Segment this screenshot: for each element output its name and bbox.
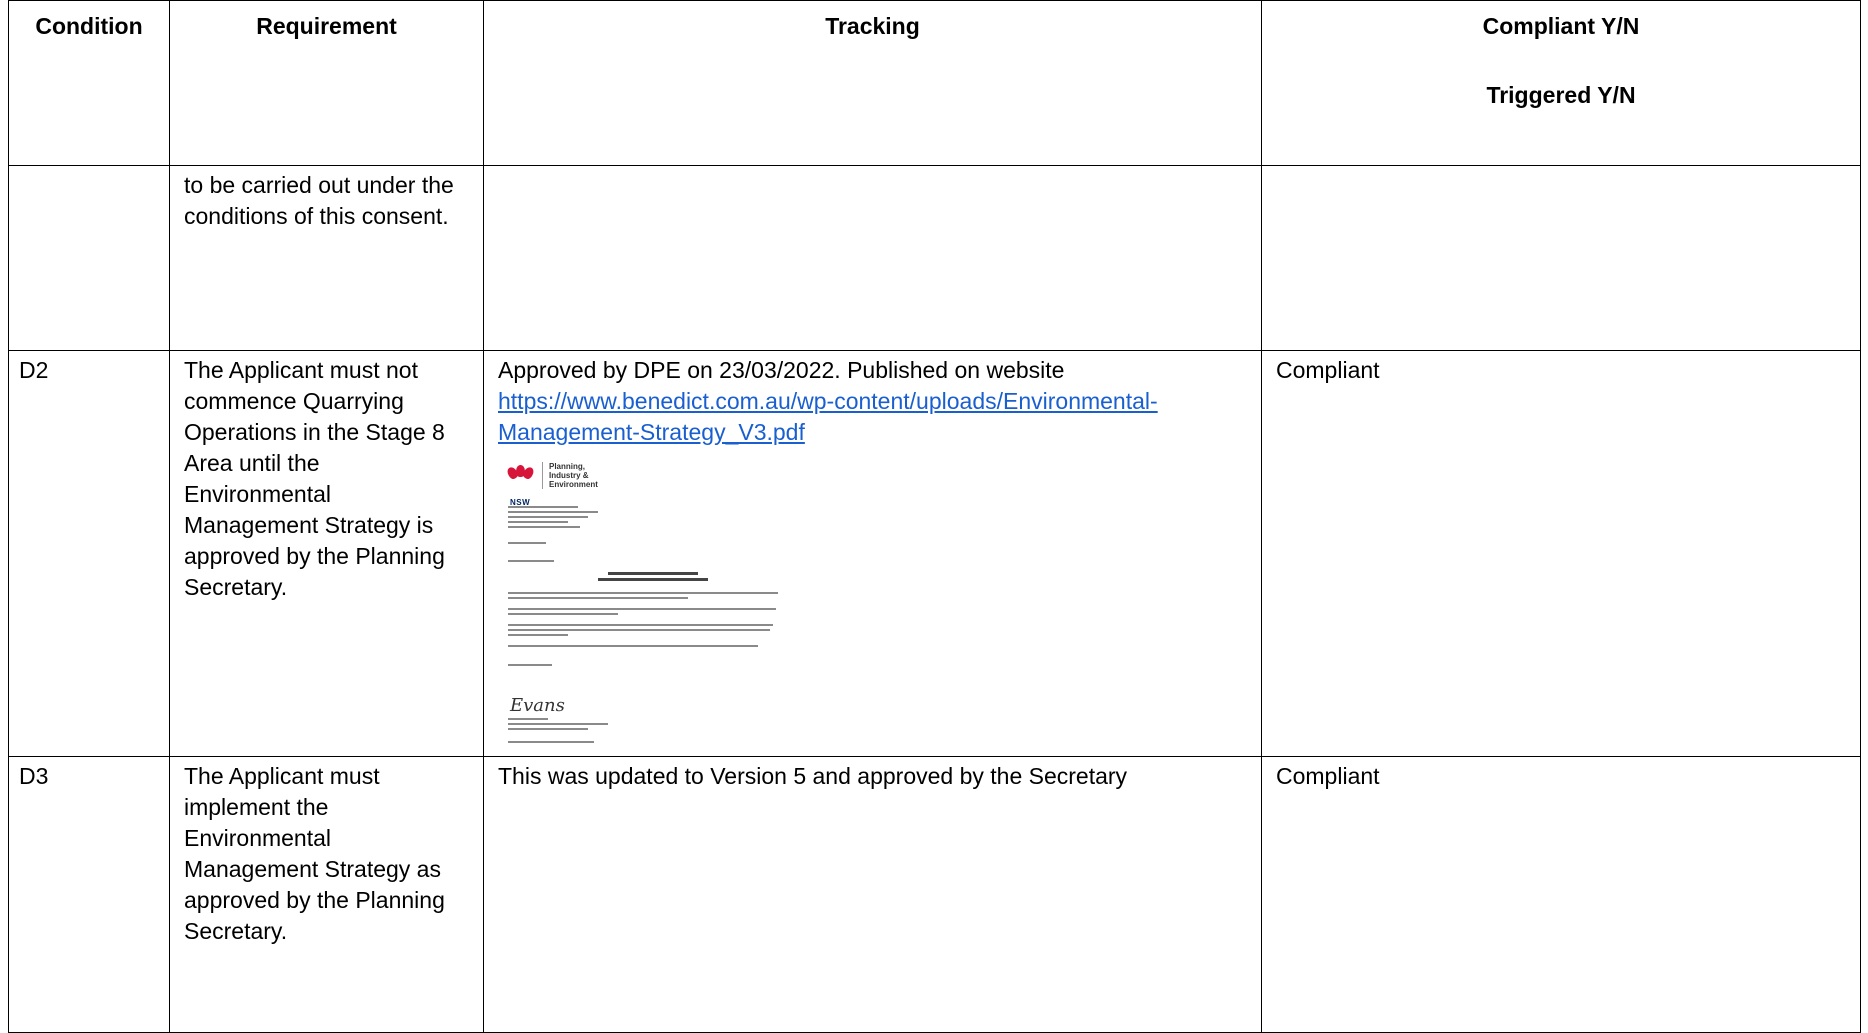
header-triggered: Triggered Y/N [1486,82,1636,108]
tracking-cell: This was updated to Version 5 and approv… [483,756,1262,1033]
header-compliant: Compliant Y/N [1482,13,1640,39]
condition-cell [8,165,170,351]
condition-cell: D3 [8,756,170,1033]
requirement-cell: The Applicant must implement the Environ… [169,756,484,1033]
status-cell: Compliant [1261,350,1861,757]
approval-letter-image: NSW Planning, Industry & Environment Eva… [498,458,788,756]
status-cell: Compliant [1261,756,1861,1033]
strategy-pdf-link[interactable]: https://www.benedict.com.au/wp-content/u… [498,388,1158,445]
tracking-text: Approved by DPE on 23/03/2022. Published… [498,357,1065,383]
header-condition: Condition [8,0,170,166]
header-requirement: Requirement [169,0,484,166]
nsw-logo: NSW Planning, Industry & Environment [505,462,609,507]
condition-cell: D2 [8,350,170,757]
tracking-cell [483,165,1262,351]
requirement-cell: The Applicant must not commence Quarryin… [169,350,484,757]
signature-image: Evans [510,695,565,716]
table-row: D3 The Applicant must implement the Envi… [8,756,1861,1033]
table-row: D2 The Applicant must not commence Quarr… [8,350,1861,757]
table-row: to be carried out under the conditions o… [8,165,1861,351]
status-cell [1261,165,1861,351]
tracking-cell: Approved by DPE on 23/03/2022. Published… [483,350,1262,757]
header-compliant-triggered: Compliant Y/N Triggered Y/N [1261,0,1861,166]
nsw-waratah-icon: NSW [505,464,536,507]
header-tracking: Tracking [483,0,1262,166]
letter-logo-text: Planning, Industry & Environment [542,462,609,489]
requirement-cell: to be carried out under the conditions o… [169,165,484,351]
compliance-table: Condition Requirement Tracking Compliant… [8,0,1861,1033]
header-row: Condition Requirement Tracking Compliant… [8,0,1861,166]
